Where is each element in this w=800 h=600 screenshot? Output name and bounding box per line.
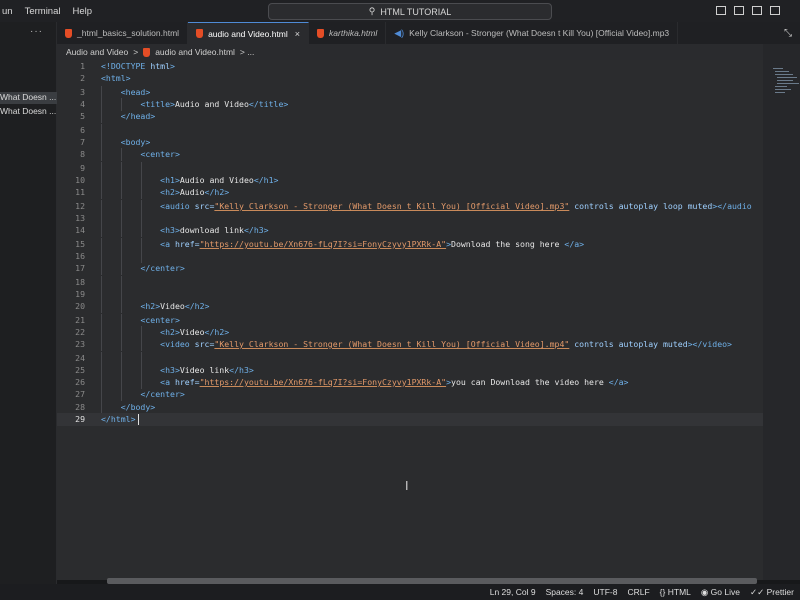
menu-help[interactable]: Help	[66, 6, 98, 17]
html-file-icon	[143, 47, 151, 57]
code-line: 17 </center>	[75, 262, 185, 275]
code-line: 27 </center>	[75, 388, 185, 401]
double-check-icon: ✓✓	[749, 586, 765, 597]
toggle-secondary-sidebar-icon[interactable]	[752, 6, 762, 15]
code-line: 8 <center>	[80, 148, 180, 161]
collapse-panel-icon[interactable]: ⤡	[784, 28, 792, 39]
breadcrumb-tail[interactable]: > ...	[240, 47, 254, 57]
html-file-icon	[317, 28, 325, 38]
code-line-current: 29 </html>	[57, 413, 763, 426]
toggle-panel-icon[interactable]	[734, 6, 744, 15]
status-language[interactable]: {} HTML	[660, 587, 691, 597]
breadcrumb: Audio and Video > audio and Video.html >…	[57, 44, 766, 60]
code-editor[interactable]: 1 <!DOCTYPE html> 2 <html> 3 <head> 4 <tit…	[57, 60, 763, 580]
status-bar: Ln 29, Col 9 Spaces: 4 UTF-8 CRLF {} HTM…	[0, 584, 800, 600]
status-encoding[interactable]: UTF-8	[593, 587, 617, 597]
explorer-file-item[interactable]: What Doesn ...	[0, 92, 57, 104]
tab-html-basics-solution[interactable]: _html_basics_solution.html	[57, 22, 189, 44]
html-file-icon	[65, 28, 72, 38]
broadcast-icon: ◉	[700, 586, 709, 597]
tab-label: Kelly Clarkson - Stronger (What Doesn t …	[409, 28, 670, 38]
status-indentation[interactable]: Spaces: 4	[546, 587, 584, 597]
title-bar: un Terminal Help ⚲ HTML TUTORIAL	[0, 0, 800, 22]
code-line: 2 <html>	[80, 73, 131, 83]
breadcrumb-separator: >	[133, 47, 139, 57]
html-file-icon	[196, 29, 204, 38]
customize-layout-icon[interactable]	[770, 6, 780, 15]
breadcrumb-file[interactable]: audio and Video.html	[155, 47, 235, 57]
status-cursor-position[interactable]: Ln 29, Col 9	[490, 587, 536, 597]
workspace-title: HTML TUTORIAL	[380, 6, 452, 17]
search-icon: ⚲	[368, 6, 376, 16]
code-line: 5 </head>	[80, 110, 156, 123]
menu-run[interactable]: un	[0, 6, 19, 17]
speaker-icon: ◀)	[394, 27, 405, 38]
tab-label: karthika.html	[329, 28, 378, 38]
toggle-sidebar-icon[interactable]	[716, 6, 726, 15]
code-line: 20 <h2>Video</h2>	[75, 300, 210, 313]
status-eol[interactable]: CRLF	[627, 587, 649, 597]
braces-icon: {}	[659, 587, 666, 597]
mouse-ibeam-icon: I	[405, 479, 409, 493]
explorer-sidebar: ··· What Doesn ... What Doesn ...	[0, 22, 57, 600]
menu-terminal[interactable]: Terminal	[19, 6, 67, 17]
tab-audio-and-video[interactable]: audio and Video.html ×	[188, 22, 310, 44]
code-line: 23 <video src="Kelly Clarkson - Stronger…	[75, 338, 732, 351]
layout-controls	[716, 6, 780, 15]
tab-label: _html_basics_solution.html	[77, 28, 180, 38]
explorer-file-item[interactable]: What Doesn ...	[0, 106, 57, 118]
status-go-live[interactable]: ◉ Go Live	[701, 587, 740, 598]
code-line: 11 <h2>Audio</h2>	[75, 186, 230, 199]
breadcrumb-folder[interactable]: Audio and Video	[66, 47, 128, 57]
close-icon[interactable]: ×	[295, 29, 300, 39]
command-center-search[interactable]: ⚲ HTML TUTORIAL	[268, 3, 552, 20]
more-actions-icon[interactable]: ···	[30, 26, 43, 37]
tab-kelly-clarkson-mp3[interactable]: ◀) Kelly Clarkson - Stronger (What Doesn…	[386, 22, 679, 44]
text-cursor	[137, 414, 139, 425]
minimap[interactable]	[763, 44, 800, 580]
code-line: 14 <h3>download link</h3>	[75, 224, 269, 237]
status-prettier[interactable]: ✓✓ Prettier	[750, 587, 794, 598]
tab-label: audio and Video.html	[208, 28, 288, 39]
tab-karthika[interactable]: karthika.html	[309, 22, 387, 44]
editor-tab-bar: _html_basics_solution.html audio and Vid…	[57, 22, 800, 44]
